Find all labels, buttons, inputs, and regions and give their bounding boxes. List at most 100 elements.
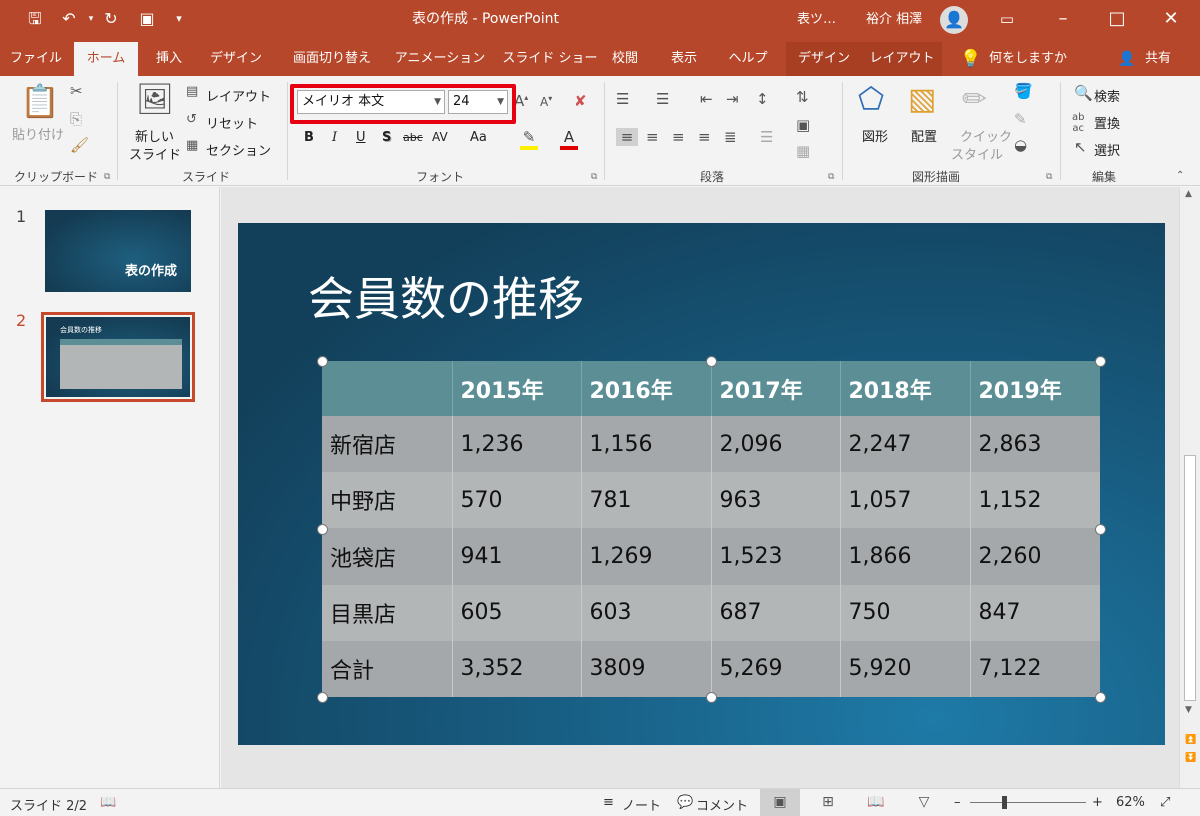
shapes-icon[interactable]: ⬠	[858, 82, 884, 117]
tab-review[interactable]: 校閲	[606, 42, 644, 76]
slide[interactable]: 会員数の推移 2015年 2016年 2017年 2018年 2019年 新宿店…	[238, 223, 1165, 745]
quick-styles-label-1[interactable]: クイック	[960, 126, 1012, 145]
save-icon[interactable]: 🖫	[24, 8, 46, 30]
slide-thumbnail-1[interactable]: 表の作成	[45, 210, 191, 292]
data-table[interactable]: 2015年 2016年 2017年 2018年 2019年 新宿店 1,236 …	[322, 361, 1100, 697]
resize-handle[interactable]	[317, 524, 328, 535]
align-left-icon[interactable]: ≡	[616, 128, 638, 146]
cut-icon[interactable]: ✂	[70, 82, 83, 100]
select-button[interactable]: 選択	[1094, 140, 1120, 159]
vertical-scrollbar[interactable]: ▲ ▼ ⏫ ⏬	[1179, 187, 1200, 788]
grow-font-icon[interactable]: A▴	[514, 92, 528, 110]
table-header-cell[interactable]: 2019年	[970, 361, 1100, 417]
present-icon[interactable]: ▣	[136, 8, 158, 30]
next-slide-icon[interactable]: ⏬	[1185, 753, 1196, 763]
notes-icon[interactable]: ≡	[603, 795, 614, 810]
resize-handle[interactable]	[317, 356, 328, 367]
tab-file[interactable]: ファイル	[8, 42, 64, 76]
reading-view-icon[interactable]: 📖	[856, 789, 896, 816]
font-launcher-icon[interactable]: ⧉	[591, 172, 597, 182]
table-cell[interactable]: 1,236	[452, 416, 582, 473]
numbering-icon[interactable]: ☰	[656, 90, 669, 108]
table-cell[interactable]: 池袋店	[322, 528, 453, 585]
table-cell[interactable]: 5,269	[711, 640, 841, 697]
justify-icon[interactable]: ≡	[698, 128, 711, 146]
new-slide-label-1[interactable]: 新しい	[135, 126, 174, 145]
replace-button[interactable]: 置換	[1094, 113, 1120, 132]
table-cell[interactable]: 1,156	[581, 416, 712, 473]
section-icon[interactable]: ▦	[186, 138, 198, 153]
table-header-cell[interactable]: 2018年	[840, 361, 971, 417]
tab-help[interactable]: ヘルプ	[724, 42, 772, 76]
align-text-icon[interactable]: ▣	[796, 116, 810, 134]
italic-button[interactable]: I	[332, 130, 337, 145]
table-cell[interactable]: 603	[581, 584, 712, 641]
increase-indent-icon[interactable]: ⇥	[726, 90, 739, 108]
underline-button[interactable]: U	[356, 130, 366, 145]
columns-icon[interactable]: ☰	[760, 128, 773, 146]
tell-me-input[interactable]: 何をしますか	[986, 42, 1070, 76]
quick-styles-icon[interactable]: ✏	[962, 82, 987, 117]
arrange-button[interactable]: 配置	[911, 126, 937, 145]
zoom-in-icon[interactable]: +	[1092, 795, 1103, 810]
normal-view-icon[interactable]: ▣	[760, 789, 800, 816]
tab-slideshow[interactable]: スライド ショー	[498, 42, 602, 76]
tab-animations[interactable]: アニメーション	[392, 42, 488, 76]
notes-button[interactable]: ノート	[622, 795, 661, 814]
tab-insert[interactable]: 挿入	[146, 42, 192, 76]
quick-styles-label-2[interactable]: スタイル	[951, 144, 1003, 163]
fit-slide-icon[interactable]: ⤢	[1160, 795, 1170, 810]
text-direction-icon[interactable]: ⇅	[796, 88, 809, 106]
undo-icon[interactable]: ↶	[58, 8, 80, 30]
paste-button[interactable]: 貼り付け	[12, 124, 64, 143]
drawing-launcher-icon[interactable]: ⧉	[1046, 172, 1052, 182]
scroll-thumb[interactable]	[1184, 455, 1196, 701]
table-cell[interactable]: 1,866	[840, 528, 971, 585]
decrease-indent-icon[interactable]: ⇤	[700, 90, 713, 108]
scroll-up-icon[interactable]: ▲	[1185, 189, 1192, 199]
reset-icon[interactable]: ↺	[186, 112, 197, 127]
table-cell[interactable]: 1,269	[581, 528, 712, 585]
minimize-icon[interactable]: –	[1040, 0, 1086, 38]
zoom-slider-thumb[interactable]	[1002, 796, 1007, 809]
shapes-button[interactable]: 図形	[862, 126, 888, 145]
previous-slide-icon[interactable]: ⏫	[1185, 735, 1196, 745]
table-cell[interactable]: 750	[840, 584, 971, 641]
zoom-slider[interactable]	[970, 802, 1086, 803]
distributed-icon[interactable]: ≣	[724, 128, 737, 146]
table-cell[interactable]: 847	[970, 584, 1100, 641]
tab-design[interactable]: デザイン	[204, 42, 268, 76]
table-cell[interactable]: 2,260	[970, 528, 1100, 585]
arrange-icon[interactable]: ▧	[908, 82, 936, 117]
tab-table-layout[interactable]: レイアウト	[868, 42, 936, 76]
new-slide-label-2[interactable]: スライド	[129, 144, 181, 163]
tab-table-design[interactable]: デザイン	[792, 42, 856, 76]
table-cell[interactable]: 963	[711, 472, 841, 529]
shape-fill-icon[interactable]: 🪣	[1014, 82, 1033, 100]
paragraph-launcher-icon[interactable]: ⧉	[828, 172, 834, 182]
table-header-cell[interactable]: 2016年	[581, 361, 712, 417]
slide-title[interactable]: 会員数の推移	[308, 263, 584, 329]
align-right-icon[interactable]: ≡	[672, 128, 685, 146]
reset-button[interactable]: リセット	[206, 113, 258, 132]
highlight-color-icon[interactable]: ✎	[520, 128, 538, 150]
char-spacing-button[interactable]: AV	[432, 130, 448, 144]
scroll-down-icon[interactable]: ▼	[1185, 705, 1192, 715]
layout-button[interactable]: レイアウト	[206, 86, 271, 105]
resize-handle[interactable]	[1095, 356, 1106, 367]
undo-dropdown-icon[interactable]: ▾	[80, 8, 102, 30]
table-cell[interactable]: 941	[452, 528, 582, 585]
close-icon[interactable]: ✕	[1148, 0, 1194, 38]
select-cursor-icon[interactable]: ↖	[1074, 138, 1087, 156]
table-cell[interactable]: 1,523	[711, 528, 841, 585]
table-cell[interactable]: 新宿店	[322, 416, 453, 473]
table-cell[interactable]: 5,920	[840, 640, 971, 697]
redo-icon[interactable]: ↻	[100, 8, 122, 30]
zoom-level[interactable]: 62%	[1116, 795, 1145, 810]
bullets-icon[interactable]: ☰	[616, 90, 629, 108]
table-cell[interactable]: 目黒店	[322, 584, 453, 641]
table-cell[interactable]: 1,152	[970, 472, 1100, 529]
comments-icon[interactable]: 💬	[677, 795, 693, 810]
slideshow-view-icon[interactable]: ▽	[904, 789, 944, 816]
avatar[interactable]: 👤	[940, 6, 968, 34]
